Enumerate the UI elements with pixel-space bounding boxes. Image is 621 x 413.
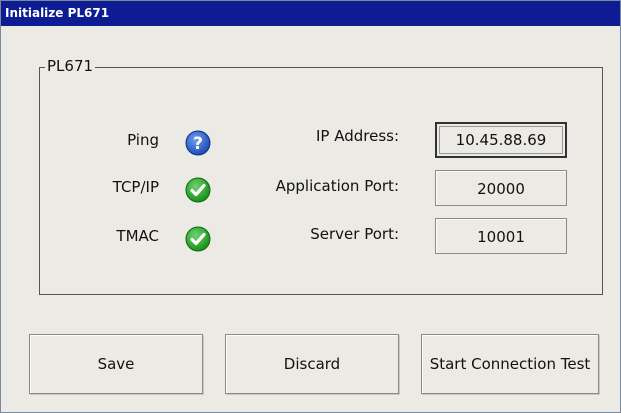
groupbox-label: PL671 <box>45 57 96 75</box>
ip-address-field[interactable]: 10.45.88.69 <box>435 122 567 158</box>
discard-button[interactable]: Discard <box>225 334 399 394</box>
save-button[interactable]: Save <box>29 334 203 394</box>
server-port-label: Server Port: <box>310 225 399 243</box>
window-title: Initialize PL671 <box>5 6 110 20</box>
start-connection-test-button[interactable]: Start Connection Test <box>421 334 599 394</box>
ip-address-label: IP Address: <box>315 127 399 145</box>
application-port-label: Application Port: <box>275 177 399 195</box>
application-port-field[interactable]: 20000 <box>435 170 567 206</box>
server-port-field[interactable]: 10001 <box>435 218 567 254</box>
title-bar[interactable]: Initialize PL671 <box>1 1 620 26</box>
initialize-window: Initialize PL671 PL671 Ping ? TCP/IP TMA… <box>0 0 621 413</box>
